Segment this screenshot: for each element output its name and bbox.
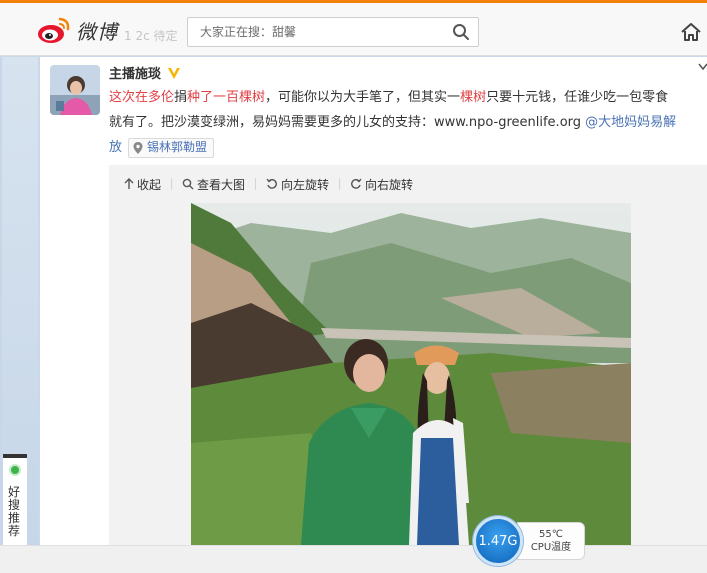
cpu-temp-value: 55℃: [539, 529, 563, 540]
chevron-down-icon[interactable]: [697, 61, 707, 73]
arrow-up-icon: [124, 178, 134, 189]
keyword-highlight[interactable]: 种了一百棵树: [187, 90, 265, 105]
top-header: 微博 1 2c 待定: [0, 0, 707, 56]
text-fragment: 就有了。把沙漠变绿洲，易妈妈需要更多的儿女的支持：www.npo-greenli…: [109, 115, 586, 130]
topic-link[interactable]: 这次在多伦: [109, 90, 174, 105]
zoom-icon: [182, 178, 194, 190]
location-pin-icon: [133, 141, 143, 154]
memory-ball[interactable]: 1.47G: [473, 516, 523, 566]
memory-value: 1.47G: [478, 533, 518, 549]
keyword-highlight[interactable]: 棵树: [460, 90, 486, 105]
rotate-left-icon: [266, 178, 277, 189]
mention-link[interactable]: @大地妈妈易解: [585, 115, 676, 130]
location-label: 锡林郭勒盟: [147, 140, 208, 154]
avatar-image: [50, 65, 100, 115]
view-large-label: 查看大图: [197, 177, 246, 192]
author-name[interactable]: 主播施琰: [109, 63, 161, 82]
verified-icon[interactable]: [167, 66, 181, 80]
text-fragment: 捐: [174, 90, 188, 105]
speed-widget[interactable]: 55℃ CPU温度 1.47G: [473, 516, 585, 566]
avatar[interactable]: [50, 65, 100, 115]
cpu-temp-panel: 55℃ CPU温度: [517, 522, 585, 560]
rotate-right-button[interactable]: 向右旋转: [350, 176, 413, 193]
media-panel: 收起 查看大图 向左旋转 向右旋转: [109, 165, 707, 545]
search-box: [187, 17, 479, 47]
location-tag[interactable]: 锡林郭勒盟: [128, 137, 215, 158]
photo-image: [191, 203, 631, 545]
post-text: 这次在多伦捐种了一百棵树，可能你以为大手笔了，但其实一棵树只要十元钱，任谁少吃一…: [109, 85, 707, 160]
hao-search-widget[interactable]: 好搜推荐: [3, 454, 27, 546]
media-toolbar: 收起 查看大图 向左旋转 向右旋转: [109, 165, 707, 203]
rotate-left-label: 向左旋转: [281, 177, 330, 192]
search-icon[interactable]: [452, 23, 470, 41]
weibo-logo-icon: [38, 17, 70, 43]
home-icon[interactable]: [680, 21, 702, 43]
mention-link-cont[interactable]: 放: [109, 140, 122, 155]
logo-text: 微博: [76, 19, 118, 44]
cpu-temp-label: CPU温度: [530, 542, 572, 553]
status-dot-icon: [9, 464, 21, 476]
post-photo[interactable]: [191, 203, 631, 545]
search-input[interactable]: [188, 18, 438, 46]
rotate-right-label: 向右旋转: [365, 177, 414, 192]
rotate-right-icon: [351, 178, 362, 189]
text-fragment: ，可能你以为大手笔了，但其实一: [265, 90, 461, 105]
toolbar-divider: [339, 178, 341, 190]
bottom-band: [0, 545, 707, 573]
post-author: 主播施琰: [109, 63, 181, 82]
weibo-post-card: 主播施琰 这次在多伦捐种了一百棵树，可能你以为大手笔了，但其实一棵树只要十元钱，…: [40, 57, 707, 545]
toolbar-divider: [255, 178, 257, 190]
collapse-button[interactable]: 收起: [124, 176, 161, 193]
text-fragment: 只要十元钱，任谁少吃一包零食: [486, 90, 669, 105]
widget-label: 好搜推荐: [8, 485, 21, 538]
ghost-text: 1 2c 待定: [124, 29, 178, 43]
rotate-left-button[interactable]: 向左旋转: [266, 176, 329, 193]
collapse-label: 收起: [137, 177, 162, 192]
view-large-button[interactable]: 查看大图: [182, 176, 245, 193]
weibo-logo[interactable]: 微博: [36, 15, 118, 45]
toolbar-divider: [171, 178, 173, 190]
